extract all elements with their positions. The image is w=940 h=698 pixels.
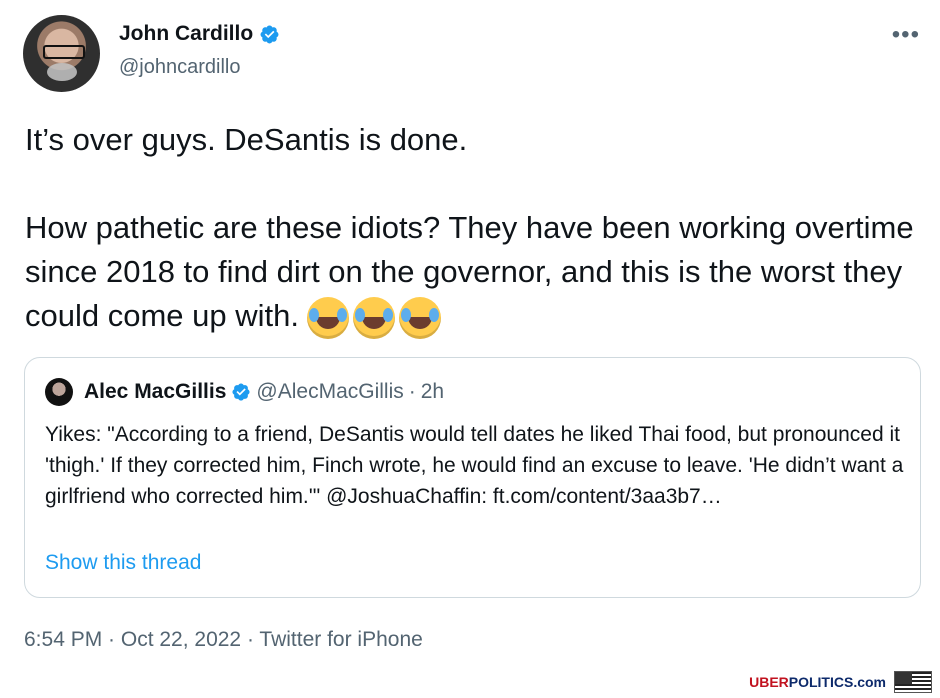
watermark-text: UBERPOLITICS.com — [749, 674, 886, 690]
verified-badge-icon — [232, 383, 250, 401]
watermark-part2: POLITICS.com — [788, 674, 886, 690]
quote-time[interactable]: 2h — [421, 380, 444, 404]
laughing-emoji-icon — [306, 296, 349, 339]
watermark-part1: UBER — [749, 674, 789, 690]
author-name-row[interactable]: John Cardillo — [119, 22, 280, 46]
quote-author-handle[interactable]: @AlecMacGillis — [256, 380, 403, 404]
laughing-emoji-icon — [398, 296, 441, 339]
more-icon[interactable]: ••• — [892, 21, 920, 49]
us-flag-icon — [894, 671, 932, 693]
watermark: UBERPOLITICS.com — [749, 671, 932, 693]
quote-text: Yikes: "According to a friend, DeSantis … — [45, 423, 904, 508]
quoted-tweet[interactable]: Alec MacGillis @AlecMacGillis · 2h Yikes… — [24, 357, 921, 598]
author-avatar[interactable] — [23, 15, 100, 92]
avatar-glasses — [43, 45, 85, 59]
tweet-metadata: 6:54 PM · Oct 22, 2022 · Twitter for iPh… — [24, 628, 423, 651]
tweet-body: It’s over guys. DeSantis is done. How pa… — [25, 122, 914, 333]
avatar-beard — [47, 63, 77, 81]
verified-badge-icon — [260, 25, 279, 43]
author-handle[interactable]: @johncardillo — [119, 56, 240, 79]
quote-header: Alec MacGillis @AlecMacGillis · 2h — [84, 380, 444, 404]
quote-avatar[interactable] — [45, 378, 73, 406]
quote-separator: · — [408, 380, 416, 403]
laughing-emoji-icon — [352, 296, 395, 339]
show-thread-link[interactable]: Show this thread — [45, 551, 201, 575]
author-name[interactable]: John Cardillo — [119, 22, 253, 46]
emoji-group — [306, 294, 445, 339]
tweet-text: It’s over guys. DeSantis is done. How pa… — [25, 118, 925, 339]
quote-author-name[interactable]: Alec MacGillis — [84, 380, 226, 404]
